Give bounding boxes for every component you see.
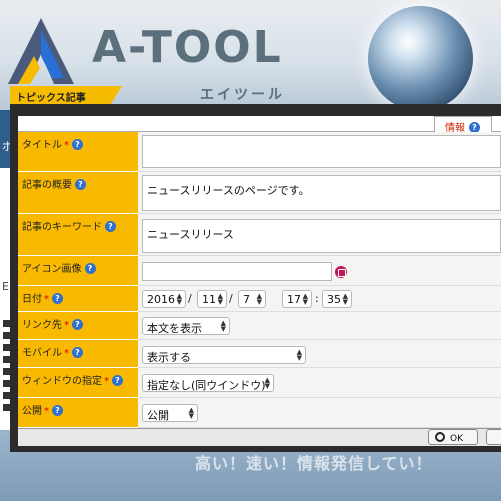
mobile-label: モバイル *? [18, 340, 138, 368]
link-select[interactable]: 本文を表示 ▲ ▼ [142, 317, 230, 335]
help-icon[interactable]: ? [112, 375, 123, 386]
keyword-input[interactable]: ニュースリリース [142, 219, 501, 253]
title-input[interactable] [142, 135, 501, 168]
required-mark: * [64, 348, 69, 359]
required-mark: * [64, 140, 69, 151]
required-mark: * [44, 294, 49, 305]
row-mobile: モバイル *? 表示する ▲ ▼ [18, 340, 501, 368]
chevron-updown-icon: ▲ ▼ [176, 292, 182, 306]
ok-icon [435, 432, 445, 442]
ok-button[interactable]: OK [428, 429, 478, 445]
summary-label-text: 記事の概要 [22, 180, 72, 191]
help-icon[interactable]: ? [72, 347, 83, 358]
help-icon[interactable]: ? [72, 319, 83, 330]
minute-value: 35 [327, 293, 341, 306]
window-label: ウィンドウの指定 *? [18, 368, 138, 398]
tab-info[interactable]: 情報? [434, 116, 492, 134]
row-title: タイトル *? [18, 132, 501, 172]
month-value: 11 [202, 293, 216, 306]
site-logo-text: A-TOOL [92, 22, 283, 73]
minute-select[interactable]: 35 ▲ ▼ [322, 290, 352, 308]
required-mark: * [104, 376, 109, 387]
publish-value: 公開 [147, 409, 169, 422]
row-publish: 公開 *? 公開 ▲ ▼ [18, 398, 501, 428]
window-select[interactable]: 指定なし(同ウインドウ) ▲ ▼ [142, 374, 274, 392]
summary-label: 記事の概要? [18, 172, 138, 214]
date-sep: / [229, 292, 233, 305]
summary-textarea[interactable]: ニュースリリースのページです。 [142, 175, 501, 211]
logo-mark-icon [8, 18, 74, 84]
day-select[interactable]: 7 ▲ ▼ [238, 290, 266, 308]
window-value: 指定なし(同ウインドウ) [147, 379, 266, 392]
publish-label-text: 公開 [22, 406, 42, 417]
required-mark: * [64, 320, 69, 331]
row-icon: アイコン画像? [18, 256, 501, 286]
dialog-tabbar [18, 116, 501, 132]
help-icon[interactable]: ? [105, 221, 116, 232]
year-value: 2016 [147, 293, 175, 306]
help-icon[interactable]: ? [84, 263, 96, 274]
date-label-text: 日付 [22, 294, 42, 305]
chevron-updown-icon: ▲ ▼ [256, 292, 262, 306]
row-date: 日付 *? 2016 ▲ ▼ / 11 ▲ ▼ / 7 ▲ ▼ 17 ▲ ▼ : 35 ▲ ▼ [18, 286, 501, 312]
hour-value: 17 [287, 293, 301, 306]
mobile-label-text: モバイル [22, 348, 62, 359]
image-picker-icon[interactable] [335, 266, 347, 278]
keyword-label-text: 記事のキーワード [22, 222, 102, 233]
mobile-value: 表示する [147, 351, 191, 364]
publish-label: 公開 *? [18, 398, 138, 428]
title-label: タイトル *? [18, 132, 138, 172]
dialog-title: トピックス記事 [16, 93, 86, 104]
keyword-label: 記事のキーワード? [18, 214, 138, 256]
row-link: リンク先 *? 本文を表示 ▲ ▼ [18, 312, 501, 340]
date-label: 日付 *? [18, 286, 138, 312]
link-label-text: リンク先 [22, 320, 62, 331]
title-label-text: タイトル [22, 140, 62, 151]
publish-select[interactable]: 公開 ▲ ▼ [142, 404, 198, 422]
help-icon[interactable]: ? [52, 405, 63, 416]
chevron-updown-icon: ▲ ▼ [264, 376, 270, 390]
icon-label-text: アイコン画像 [22, 264, 82, 275]
row-window: ウィンドウの指定 *? 指定なし(同ウインドウ) ▲ ▼ [18, 368, 501, 398]
link-label: リンク先 *? [18, 312, 138, 340]
globe-image [368, 6, 473, 111]
help-icon[interactable]: ? [75, 179, 86, 190]
site-logo-sub: エイツール [200, 87, 285, 103]
mobile-select[interactable]: 表示する ▲ ▼ [142, 346, 306, 364]
hour-select[interactable]: 17 ▲ ▼ [282, 290, 312, 308]
banner-text: 高い！速い！情報発信してい！ [195, 454, 433, 473]
chevron-updown-icon: ▲ ▼ [220, 319, 226, 333]
required-mark: * [44, 406, 49, 417]
month-select[interactable]: 11 ▲ ▼ [197, 290, 227, 308]
ok-label: OK [450, 434, 463, 444]
row-keywords: 記事のキーワード? ニュースリリース [18, 214, 501, 256]
chevron-updown-icon: ▲ ▼ [302, 292, 308, 306]
help-icon[interactable]: ? [52, 293, 63, 304]
time-sep: : [315, 292, 319, 305]
date-sep: / [188, 292, 192, 305]
chevron-updown-icon: ▲ ▼ [296, 348, 302, 362]
date-cell [138, 286, 501, 312]
chevron-updown-icon: ▲ ▼ [188, 406, 194, 420]
day-value: 7 [243, 293, 250, 306]
link-value: 本文を表示 [147, 322, 202, 335]
help-icon[interactable]: ? [72, 139, 83, 150]
year-select[interactable]: 2016 ▲ ▼ [142, 290, 186, 308]
chevron-updown-icon: ▲ ▼ [217, 292, 223, 306]
window-label-text: ウィンドウの指定 [22, 376, 102, 387]
cancel-button[interactable] [486, 429, 501, 445]
icon-label: アイコン画像? [18, 256, 138, 286]
row-summary: 記事の概要? ニュースリリースのページです。 [18, 172, 501, 214]
chevron-updown-icon: ▲ ▼ [342, 292, 348, 306]
icon-input[interactable] [142, 262, 332, 281]
